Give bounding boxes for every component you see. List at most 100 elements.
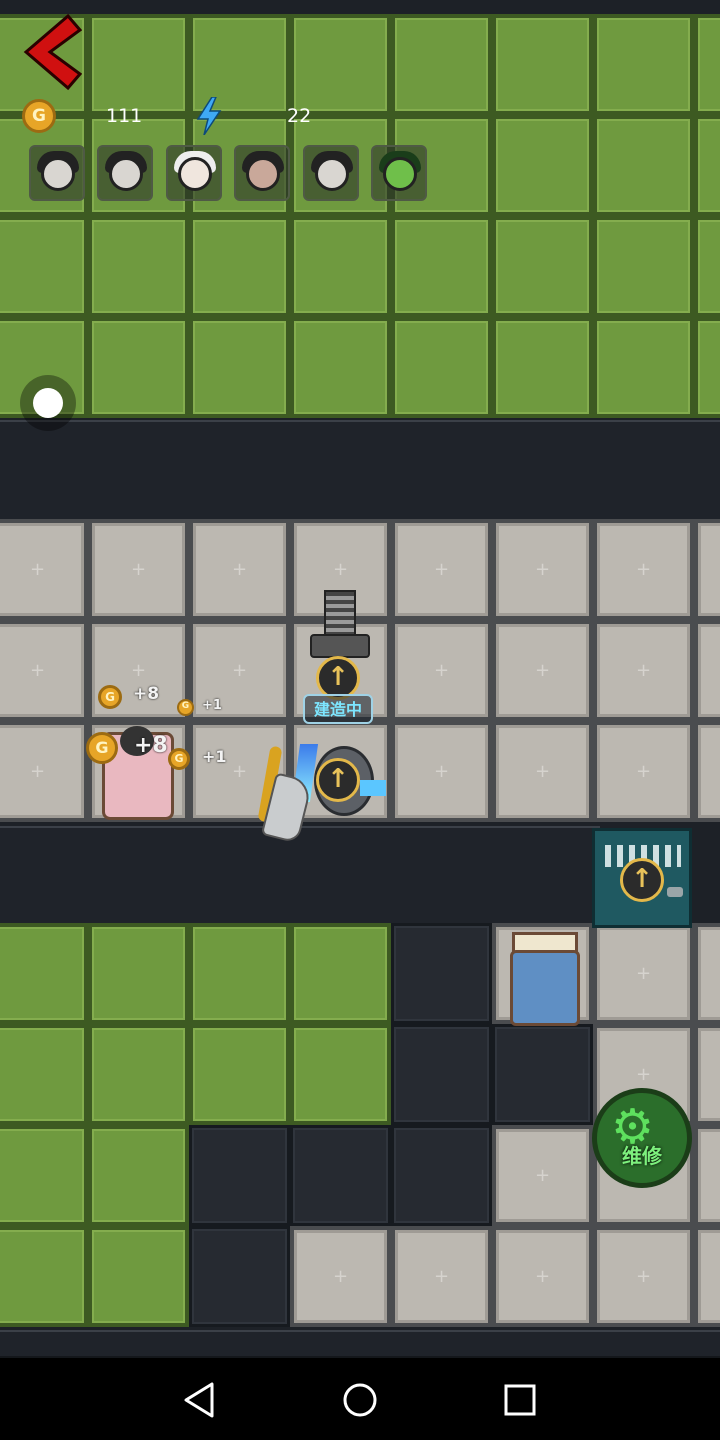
- face-icon: [246, 157, 281, 191]
- dark-tile[interactable]: [290, 1125, 391, 1226]
- stone-tile[interactable]: [593, 923, 694, 1024]
- dark-tile[interactable]: [189, 1125, 290, 1226]
- player-character-dragon-sword[interactable]: [248, 745, 314, 844]
- grass-tile[interactable]: [0, 1226, 88, 1327]
- wall-strip: [0, 1330, 720, 1358]
- stone-tile[interactable]: [593, 721, 694, 822]
- stone-tile[interactable]: [492, 1125, 593, 1226]
- repair-label: 维修: [622, 1144, 662, 1168]
- dark-tile[interactable]: [391, 923, 492, 1024]
- stone-tile[interactable]: [0, 519, 88, 620]
- lightning-icon: [196, 97, 222, 135]
- recents-square-icon[interactable]: [498, 1378, 542, 1422]
- grass-tile[interactable]: [0, 1024, 88, 1125]
- record-toggle-button[interactable]: [20, 375, 76, 431]
- grass-tile[interactable]: [88, 1125, 189, 1226]
- stone-tile[interactable]: [391, 721, 492, 822]
- wall-strip: [0, 826, 600, 930]
- game-map[interactable]: G 111 22 ↑ 建造中 ↑ G +8 G +1 G +8 G +1 ↑: [0, 0, 720, 1358]
- stone-tile[interactable]: [694, 721, 720, 822]
- stone-tile[interactable]: [0, 620, 88, 721]
- grass-tile[interactable]: [492, 115, 593, 216]
- back-triangle-icon[interactable]: [178, 1378, 222, 1422]
- stone-tile[interactable]: [88, 519, 189, 620]
- stone-tile[interactable]: [593, 519, 694, 620]
- grass-tile[interactable]: [0, 923, 88, 1024]
- coin-glyph: G: [174, 752, 184, 765]
- grass-tile[interactable]: [593, 317, 694, 418]
- stone-tile[interactable]: [189, 519, 290, 620]
- grass-tile[interactable]: [391, 216, 492, 317]
- stone-tile[interactable]: [694, 1125, 720, 1226]
- grass-tile[interactable]: [290, 14, 391, 115]
- stone-tile[interactable]: [492, 519, 593, 620]
- stone-tile[interactable]: [694, 923, 720, 1024]
- home-circle-icon[interactable]: [338, 1378, 382, 1422]
- stone-tile[interactable]: [694, 620, 720, 721]
- coin-icon: G: [168, 748, 190, 770]
- grass-tile[interactable]: [88, 1226, 189, 1327]
- stone-tile[interactable]: [290, 1226, 391, 1327]
- gold-gain-text: +1: [202, 698, 222, 713]
- portrait-girl-dark-hair[interactable]: [29, 145, 85, 201]
- dark-tile[interactable]: [391, 1125, 492, 1226]
- grass-tile[interactable]: [593, 216, 694, 317]
- grass-tile[interactable]: [88, 317, 189, 418]
- grass-tile[interactable]: [391, 14, 492, 115]
- turret-under-construction[interactable]: [308, 590, 370, 662]
- grass-tile[interactable]: [189, 1024, 290, 1125]
- grass-tile[interactable]: [0, 1125, 88, 1226]
- grass-tile[interactable]: [88, 216, 189, 317]
- grass-tile[interactable]: [593, 14, 694, 115]
- stone-tile[interactable]: [694, 1226, 720, 1327]
- grass-tile[interactable]: [391, 317, 492, 418]
- stone-tile[interactable]: [492, 620, 593, 721]
- repair-button[interactable]: ⚙ 维修: [592, 1088, 692, 1188]
- grass-tile[interactable]: [694, 14, 720, 115]
- portrait-elder-white-hair[interactable]: [165, 145, 222, 201]
- stone-tile[interactable]: [593, 1226, 694, 1327]
- stone-tile[interactable]: [694, 1024, 720, 1125]
- stone-tile[interactable]: [0, 721, 88, 822]
- grass-tile[interactable]: [492, 317, 593, 418]
- stone-tile[interactable]: [593, 620, 694, 721]
- grass-tile[interactable]: [694, 115, 720, 216]
- portrait-girl-flower-crown[interactable]: [234, 145, 291, 201]
- grass-tile[interactable]: [492, 14, 593, 115]
- energy-count: 22: [287, 105, 312, 127]
- grass-tile[interactable]: [492, 216, 593, 317]
- grass-tile[interactable]: [88, 14, 189, 115]
- grass-tile[interactable]: [290, 1024, 391, 1125]
- dark-tile[interactable]: [189, 1226, 290, 1327]
- stone-tile[interactable]: [492, 1226, 593, 1327]
- portrait-maid-bow[interactable]: [302, 145, 359, 201]
- grass-tile[interactable]: [189, 923, 290, 1024]
- grass-tile[interactable]: [593, 115, 694, 216]
- grass-tile[interactable]: [88, 1024, 189, 1125]
- stone-tile[interactable]: [391, 1226, 492, 1327]
- grass-tile[interactable]: [290, 317, 391, 418]
- blue-bed[interactable]: [504, 930, 580, 1026]
- dark-tile[interactable]: [391, 1024, 492, 1125]
- coin-icon: G: [98, 685, 122, 709]
- grass-tile[interactable]: [694, 216, 720, 317]
- back-button[interactable]: [22, 12, 83, 92]
- stone-tile[interactable]: [391, 519, 492, 620]
- stone-tile[interactable]: [694, 519, 720, 620]
- building-status-label: 建造中: [303, 694, 373, 724]
- grass-tile[interactable]: [189, 317, 290, 418]
- portrait-zombie-green[interactable]: [371, 145, 427, 201]
- arrow-up-icon[interactable]: ↑: [316, 758, 360, 802]
- grass-tile[interactable]: [88, 923, 189, 1024]
- dark-tile[interactable]: [492, 1024, 593, 1125]
- coin-glyph: G: [95, 738, 109, 757]
- stone-tile[interactable]: [391, 620, 492, 721]
- grass-tile[interactable]: [290, 923, 391, 1024]
- grass-tile[interactable]: [694, 317, 720, 418]
- portrait-maid-bow[interactable]: [97, 145, 154, 201]
- stone-tile[interactable]: [492, 721, 593, 822]
- grass-tile[interactable]: [0, 216, 88, 317]
- arrow-up-icon[interactable]: ↑: [620, 858, 664, 902]
- grass-tile[interactable]: [290, 216, 391, 317]
- grass-tile[interactable]: [189, 216, 290, 317]
